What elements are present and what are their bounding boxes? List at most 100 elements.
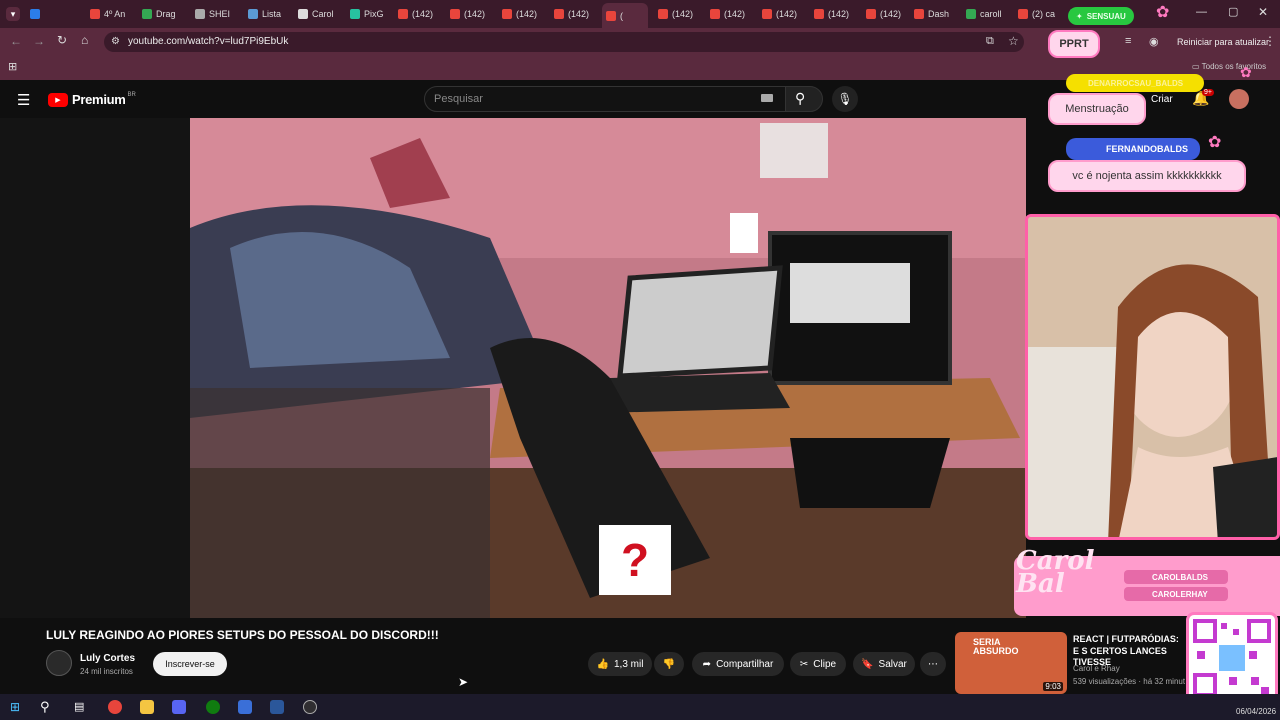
browser-tab[interactable]: Lista bbox=[244, 4, 290, 24]
recommended-channel: Carol e Rhay bbox=[1073, 664, 1120, 673]
browser-tab[interactable]: SHEI bbox=[191, 4, 237, 24]
notification-count-badge: 9+ bbox=[1202, 89, 1214, 96]
share-button[interactable]: ➦ Compartilhar bbox=[692, 652, 784, 676]
tab-list-dropdown-icon[interactable]: ▾ bbox=[6, 7, 20, 21]
chat-message-2: vc é nojenta assim kkkkkkkkkk bbox=[1048, 160, 1246, 192]
taskbar-search-icon[interactable]: ⚲ bbox=[40, 699, 50, 715]
browser-tab[interactable]: (142) bbox=[498, 4, 544, 24]
browser-tab[interactable]: caroll bbox=[962, 4, 1008, 24]
tab-favicon-icon bbox=[914, 9, 924, 19]
create-button[interactable]: Criar bbox=[1151, 94, 1173, 105]
tab-label: Drag bbox=[156, 9, 176, 19]
youtube-logo[interactable]: ▶ Premium BR bbox=[48, 92, 136, 107]
tab-favicon-icon bbox=[142, 9, 152, 19]
tab-label: (142) bbox=[880, 9, 902, 19]
tab-label: (142) bbox=[568, 9, 590, 19]
browser-tab[interactable]: (142) bbox=[394, 4, 440, 24]
close-window-icon[interactable]: ✕ bbox=[1258, 5, 1268, 19]
chrome-icon[interactable] bbox=[108, 700, 122, 714]
browser-tab[interactable] bbox=[26, 4, 72, 24]
chat-message-1: Menstruação bbox=[1048, 93, 1146, 125]
browser-tab[interactable]: (142) bbox=[446, 4, 492, 24]
clip-label: Clipe bbox=[813, 658, 837, 670]
more-icon: ⋯ bbox=[928, 658, 938, 670]
browser-tab[interactable]: 4º An bbox=[86, 4, 132, 24]
task-view-icon[interactable]: ▤ bbox=[74, 700, 84, 713]
forward-icon[interactable]: → bbox=[33, 34, 45, 48]
browser-tab[interactable]: (142) bbox=[810, 4, 856, 24]
file-explorer-icon[interactable] bbox=[140, 700, 154, 714]
social1-text: CAROLBALDS bbox=[1152, 572, 1208, 582]
account-avatar[interactable] bbox=[1229, 89, 1249, 109]
save-button[interactable]: 🔖 Salvar bbox=[853, 652, 915, 676]
logo-region-badge: BR bbox=[127, 91, 136, 98]
browser-tab[interactable]: Carol bbox=[294, 4, 340, 24]
xbox-icon[interactable] bbox=[206, 700, 220, 714]
reading-list-icon[interactable]: ≡ bbox=[1125, 35, 1131, 47]
browser-tab[interactable]: (142) bbox=[758, 4, 804, 24]
clip-button[interactable]: ✂ Clipe bbox=[790, 652, 846, 676]
browser-tab[interactable]: Drag bbox=[138, 4, 184, 24]
voice-search-icon[interactable]: 🎙 bbox=[832, 86, 858, 112]
more-actions-button[interactable]: ⋯ bbox=[920, 652, 946, 676]
social2-text: CAROLERHAY bbox=[1152, 589, 1208, 599]
mouse-cursor: ➤ bbox=[458, 675, 469, 689]
qr-pattern bbox=[1193, 619, 1271, 697]
recommended-thumbnail[interactable]: SERIA ABSURDO 9:03 bbox=[955, 632, 1067, 694]
channel-name[interactable]: Luly Cortes bbox=[80, 653, 135, 664]
browser-tab[interactable]: (142) bbox=[862, 4, 908, 24]
tab-label: (2) ca bbox=[1032, 9, 1056, 19]
browser-tab[interactable]: (2) ca bbox=[1014, 4, 1060, 24]
channel-avatar[interactable] bbox=[46, 650, 72, 676]
thumbs-down-icon: 👎 bbox=[662, 658, 676, 670]
word-icon[interactable] bbox=[270, 700, 284, 714]
start-icon[interactable]: ⊞ bbox=[10, 700, 20, 714]
reload-icon[interactable]: ↻ bbox=[57, 33, 67, 47]
discord-icon[interactable] bbox=[172, 700, 186, 714]
tab-label: (142) bbox=[828, 9, 850, 19]
browser-tab[interactable]: ( bbox=[602, 3, 648, 28]
all-bookmarks-folder[interactable]: ▭ Todos os favoritos bbox=[1192, 62, 1266, 71]
back-icon[interactable]: ← bbox=[10, 34, 22, 48]
webcam-scene bbox=[1028, 217, 1277, 537]
video-player[interactable]: ? bbox=[190, 118, 1026, 618]
keyboard-icon[interactable] bbox=[761, 94, 773, 102]
url-text: youtube.com/watch?v=lud7Pi9EbUk bbox=[128, 36, 289, 47]
tab-label: ( bbox=[620, 10, 623, 21]
restart-update-button[interactable]: Reiniciar para atualizar bbox=[1177, 37, 1269, 47]
question-mark-overlay: ? bbox=[599, 525, 671, 595]
dislike-button[interactable]: 👎 bbox=[654, 652, 684, 676]
browser-tab[interactable]: (142) bbox=[654, 4, 700, 24]
browser-tab[interactable]: Dash bbox=[910, 4, 956, 24]
profile-icon[interactable]: ◉ bbox=[1149, 35, 1159, 48]
browser-tab[interactable]: PixG bbox=[346, 4, 392, 24]
tab-favicon-icon bbox=[450, 9, 460, 19]
home-icon[interactable]: ⌂ bbox=[81, 33, 88, 47]
browser-tab[interactable]: (142) bbox=[550, 4, 596, 24]
maximize-icon[interactable]: ▢ bbox=[1228, 5, 1238, 18]
tab-favicon-icon bbox=[966, 9, 976, 19]
rec-thumb-text: SERIA ABSURDO bbox=[973, 637, 1019, 656]
hamburger-menu-icon[interactable]: ☰ bbox=[17, 91, 30, 109]
browser-menu-icon[interactable]: ⋮ bbox=[1264, 34, 1276, 48]
windows-taskbar bbox=[0, 694, 1280, 720]
browser-tab[interactable]: (142) bbox=[706, 4, 752, 24]
chat-user2-name: FERNANDOBALDS bbox=[1106, 144, 1188, 154]
minimize-icon[interactable]: — bbox=[1196, 6, 1207, 18]
tab-label: SHEI bbox=[209, 9, 231, 19]
youtube-play-icon: ▶ bbox=[48, 92, 68, 107]
security-shield-icon[interactable] bbox=[238, 700, 252, 714]
site-info-icon[interactable]: ⚙ bbox=[111, 36, 120, 47]
subscribe-button[interactable]: Inscrever-se bbox=[153, 652, 227, 676]
tab-favicon-icon bbox=[1018, 9, 1028, 19]
tab-favicon-icon bbox=[814, 9, 824, 19]
taskbar-date: 06/04/2026 bbox=[1236, 707, 1277, 716]
bookmark-star-icon[interactable]: ☆ bbox=[1008, 34, 1019, 48]
install-app-icon[interactable]: ⧉ bbox=[986, 35, 994, 48]
tab-favicon-icon bbox=[248, 9, 258, 19]
flower-icon: ✿ bbox=[1208, 134, 1222, 151]
apps-grid-icon[interactable]: ⊞ bbox=[8, 60, 17, 73]
subscriber-count: 24 mil inscritos bbox=[80, 667, 133, 676]
obs-icon[interactable] bbox=[303, 700, 317, 714]
like-button[interactable]: 👍 1,3 mil bbox=[588, 652, 652, 676]
